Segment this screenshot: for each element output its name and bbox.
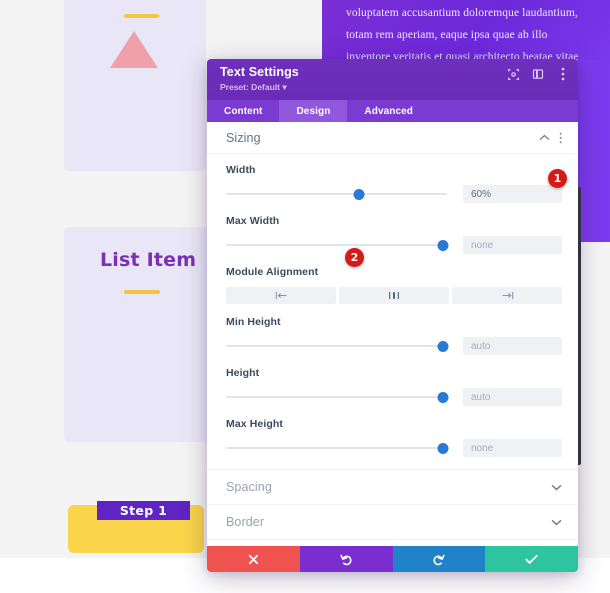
min-height-slider-knob[interactable] xyxy=(437,340,449,352)
field-width-row: 60% xyxy=(226,185,562,203)
field-min-height-label: Min Height xyxy=(226,316,281,328)
panel-layout-icon[interactable] xyxy=(531,67,545,81)
section-sizing-header-icons xyxy=(539,132,562,144)
save-button[interactable] xyxy=(485,546,578,572)
height-value-field[interactable]: auto xyxy=(463,388,562,406)
section-border[interactable]: Border xyxy=(207,504,578,539)
annotation-badge-1: 1 xyxy=(548,169,567,188)
min-height-slider[interactable] xyxy=(226,339,449,353)
chevron-down-icon[interactable] xyxy=(551,483,562,491)
field-module-alignment-label: Module Alignment xyxy=(226,266,319,278)
modal-header-icons xyxy=(506,67,570,81)
chevron-up-icon[interactable] xyxy=(539,134,550,142)
max-height-slider-knob[interactable] xyxy=(437,442,449,454)
field-height-row: auto xyxy=(226,388,562,406)
module-alignment-buttons xyxy=(226,287,562,304)
field-max-width-row: none xyxy=(226,236,562,254)
width-value-field[interactable]: 60% xyxy=(463,185,562,203)
triangle-icon xyxy=(110,31,158,68)
align-left-button[interactable] xyxy=(226,287,336,304)
modal-tabs: Content Design Advanced xyxy=(207,100,578,122)
responsive-preview-icon[interactable] xyxy=(506,67,520,81)
field-height-label: Height xyxy=(226,367,260,379)
field-max-width-label: Max Width xyxy=(226,215,280,227)
section-box-shadow[interactable]: Box Shadow xyxy=(207,539,578,546)
section-spacing[interactable]: Spacing xyxy=(207,469,578,504)
cancel-button[interactable] xyxy=(207,546,300,572)
divider-yellow-top xyxy=(124,14,159,18)
hero-paragraph-line-1: voluptatem accusantium doloremque laudan… xyxy=(346,7,578,19)
max-width-slider[interactable] xyxy=(226,238,449,252)
section-border-title: Border xyxy=(226,515,265,529)
align-center-icon xyxy=(388,291,400,300)
align-center-button[interactable] xyxy=(339,287,449,304)
field-max-height-label: Max Height xyxy=(226,418,284,430)
min-height-value-field[interactable]: auto xyxy=(463,337,562,355)
collapsed-sections: Spacing Border Box Shadow Filters xyxy=(207,469,578,546)
undo-button[interactable] xyxy=(299,546,393,572)
hero-paragraph-line-2: totam rem aperiam, eaque ipsa quae ab il… xyxy=(346,29,548,41)
more-options-icon[interactable] xyxy=(556,67,570,81)
height-slider[interactable] xyxy=(226,390,449,404)
list-item-title: List Item xyxy=(100,249,197,271)
width-slider[interactable] xyxy=(226,187,447,201)
field-width-label: Width xyxy=(226,164,256,176)
field-width: Width 60% xyxy=(226,164,562,203)
tab-advanced[interactable]: Advanced xyxy=(347,100,430,122)
step-badge: Step 1 xyxy=(97,501,190,520)
section-spacing-title: Spacing xyxy=(226,480,272,494)
max-height-slider-track xyxy=(226,447,447,449)
height-slider-track xyxy=(226,396,447,398)
max-width-slider-knob[interactable] xyxy=(437,239,449,251)
align-button-group xyxy=(226,287,562,304)
min-height-slider-track xyxy=(226,345,447,347)
undo-icon xyxy=(339,553,353,566)
width-slider-track xyxy=(226,193,447,195)
align-right-icon xyxy=(501,291,514,300)
modal-body: Sizing Width 60% Max Width none Module A… xyxy=(207,122,578,546)
field-module-alignment: Module Alignment xyxy=(226,266,562,304)
step-badge-label: Step 1 xyxy=(119,503,168,518)
section-sizing-header[interactable]: Sizing xyxy=(207,122,578,154)
modal-footer xyxy=(207,546,578,572)
redo-icon xyxy=(432,553,446,566)
check-icon xyxy=(525,554,538,565)
section-sizing-title: Sizing xyxy=(226,130,261,145)
field-max-width: Max Width none xyxy=(226,215,562,254)
field-min-height: Min Height auto xyxy=(226,316,562,355)
close-icon xyxy=(248,554,259,565)
tab-design[interactable]: Design xyxy=(279,100,348,122)
sizing-fields: Width 60% Max Width none Module Alignmen… xyxy=(207,154,578,457)
max-height-slider[interactable] xyxy=(226,441,449,455)
field-max-height-row: none xyxy=(226,439,562,457)
text-settings-modal: Text Settings Preset: Default ▾ Content … xyxy=(207,59,578,572)
max-width-value-field[interactable]: none xyxy=(463,236,562,254)
tab-content[interactable]: Content xyxy=(207,100,279,122)
field-height: Height auto xyxy=(226,367,562,406)
max-height-value-field[interactable]: none xyxy=(463,439,562,457)
chevron-down-icon[interactable] xyxy=(551,518,562,526)
modal-header: Text Settings Preset: Default ▾ xyxy=(207,59,578,100)
align-left-icon xyxy=(275,291,288,300)
field-max-height: Max Height none xyxy=(226,418,562,457)
preset-selector[interactable]: Preset: Default ▾ xyxy=(220,81,568,94)
section-more-options-icon[interactable] xyxy=(559,132,562,144)
redo-button[interactable] xyxy=(392,546,486,572)
annotation-badge-2: 2 xyxy=(345,248,364,267)
max-width-slider-track xyxy=(226,244,447,246)
field-min-height-row: auto xyxy=(226,337,562,355)
divider-yellow-list xyxy=(124,290,160,294)
width-slider-knob[interactable] xyxy=(353,188,365,200)
height-slider-knob[interactable] xyxy=(437,391,449,403)
feature-card-top xyxy=(64,0,206,171)
align-right-button[interactable] xyxy=(452,287,562,304)
